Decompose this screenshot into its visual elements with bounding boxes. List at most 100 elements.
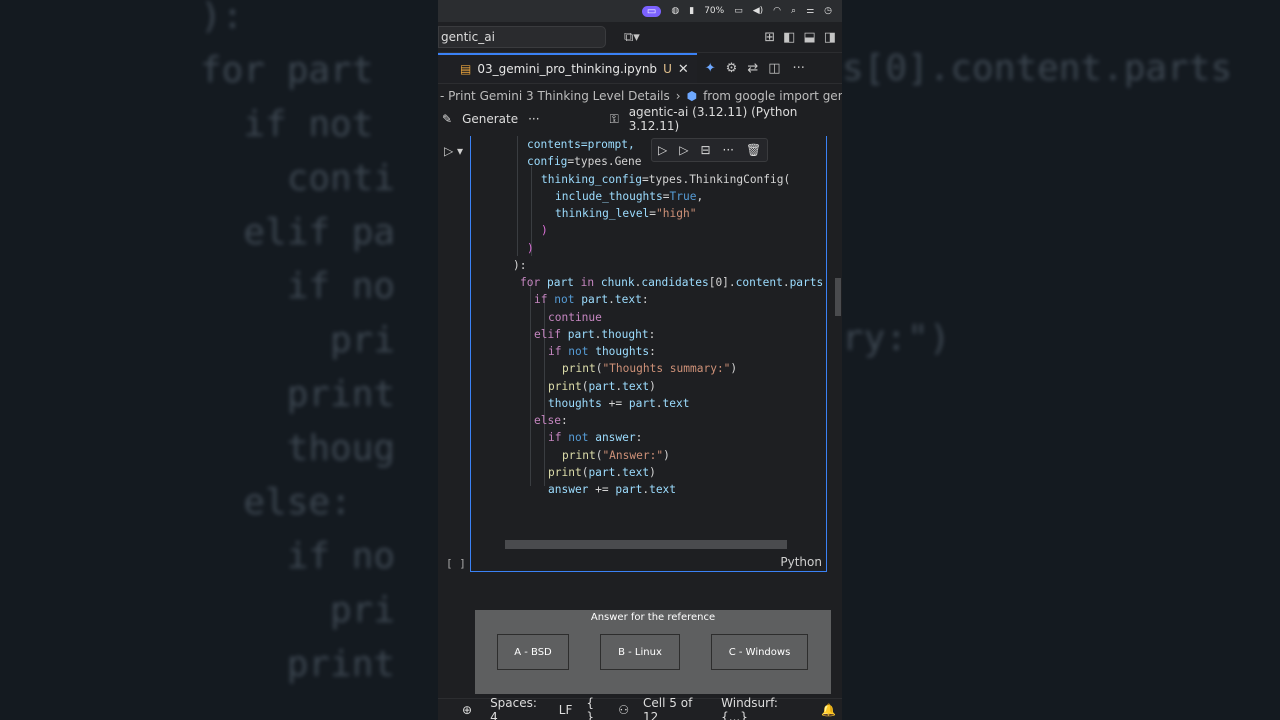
cell-position[interactable]: Cell 5 of 12 — [643, 696, 707, 720]
creative-cloud-icon[interactable]: ◍ — [671, 6, 679, 16]
code-token: ) — [527, 241, 534, 255]
horizontal-scrollbar[interactable] — [505, 540, 787, 549]
run-cell-button[interactable]: ▷ ▾ — [444, 144, 463, 158]
code-token: not — [568, 345, 589, 358]
cell-more-icon[interactable]: ··· — [723, 143, 734, 157]
vertical-scrollbar[interactable] — [835, 278, 841, 316]
layout-icon[interactable]: ⊞ — [764, 30, 775, 45]
tab-notebook[interactable]: ▤ 03_gemini_pro_thinking.ipynb U ✕ — [438, 53, 697, 83]
quiz-title: Answer for the reference — [590, 612, 716, 623]
code-token: part — [567, 327, 595, 341]
code-line: print("Answer:") — [471, 447, 823, 464]
background-code-left: ): for part if not conti elif pa if no pr… — [0, 0, 438, 720]
background-code-line: ): — [200, 0, 244, 37]
indentation-status[interactable]: Spaces: 4 — [490, 696, 545, 720]
code-token: ) — [663, 448, 670, 462]
split-cell-icon[interactable]: ⊟ — [700, 143, 710, 157]
code-token: "high" — [656, 207, 697, 220]
code-line: ) — [471, 222, 823, 239]
code-token: parts — [789, 276, 824, 289]
cell-language[interactable]: Python — [780, 555, 822, 569]
background-code-line — [842, 258, 1232, 312]
close-icon[interactable]: ✕ — [678, 62, 689, 77]
windsurf-status[interactable]: Windsurf: {...} — [721, 696, 803, 720]
code-cell[interactable]: contents=prompt, config=types.Gene thinkin… — [470, 136, 827, 572]
screen-share-icon[interactable]: ▭ — [641, 5, 662, 17]
run-below-icon[interactable]: ▷ — [679, 143, 688, 157]
option-a-button[interactable]: A - BSD — [497, 634, 569, 670]
option-b-button[interactable]: B - Linux — [600, 634, 680, 670]
breadcrumb-section[interactable]: - Print Gemini 3 Thinking Level Details — [440, 89, 670, 103]
toggle-panel-icon[interactable]: ⬓ — [803, 30, 815, 45]
option-c-button[interactable]: C - Windows — [711, 634, 808, 670]
gemini-icon[interactable]: ✦ — [705, 61, 716, 76]
code-token: if — [548, 431, 562, 445]
code-token: =types.ThinkingConfig( — [642, 172, 791, 186]
copilot-icon[interactable]: ⧉▾ — [624, 30, 640, 45]
command-center-search[interactable]: gentic_ai — [438, 26, 606, 48]
delete-cell-icon[interactable]: 🗑 — [746, 143, 761, 157]
background-code-line: else: — [200, 482, 352, 523]
code-token: : — [641, 293, 649, 307]
gear-icon[interactable]: ⚙ — [726, 61, 738, 76]
code-token: part — [546, 276, 574, 289]
generate-button[interactable]: Generate — [462, 112, 518, 126]
kernel-picker[interactable]: agentic-ai (3.12.11) (Python 3.12.11) — [629, 105, 842, 133]
code-token: part — [588, 465, 616, 479]
notebook-icon: ▤ — [460, 62, 472, 76]
background-code-line: ry:") — [842, 318, 951, 359]
language-braces[interactable]: { } — [586, 696, 604, 720]
code-token: =types.Gene — [567, 155, 642, 169]
code-token: [0]. — [708, 276, 736, 289]
copilot-status-icon[interactable]: ⚇ — [618, 703, 629, 717]
run-above-icon[interactable]: ▷ — [658, 143, 667, 157]
background-code-line: if not — [200, 104, 374, 145]
clipboard-icon[interactable]: ▮ — [689, 6, 694, 16]
code-token: config — [527, 155, 568, 169]
control-center-icon[interactable]: ⚌ — [806, 6, 814, 16]
code-token: candidates — [641, 276, 709, 289]
breadcrumb-symbol[interactable]: from google import gena — [703, 89, 842, 103]
tab-untracked-badge: U — [663, 62, 672, 76]
code-token: . — [655, 396, 663, 410]
code-token: else — [534, 414, 561, 427]
split-editor-icon[interactable]: ◫ — [768, 61, 780, 76]
code-token: in — [580, 276, 595, 289]
compare-icon[interactable]: ⇄ — [747, 61, 758, 76]
zoom-icon[interactable]: ⊕ — [462, 703, 472, 717]
more-actions-icon[interactable]: ··· — [793, 61, 805, 76]
code-token: contents=prompt, — [527, 138, 635, 151]
eol-status[interactable]: LF — [559, 703, 573, 717]
toggle-secondary-sidebar-icon[interactable]: ◨ — [824, 30, 836, 45]
code-line: contents=prompt, — [471, 136, 823, 153]
code-token: text — [622, 465, 650, 479]
toolbar-more-button[interactable]: ··· — [528, 112, 539, 126]
code-token: ): — [513, 258, 527, 272]
volume-icon[interactable]: ◀) — [753, 6, 763, 16]
clock-icon[interactable]: ◷ — [824, 6, 832, 16]
code-token: text — [662, 396, 690, 410]
code-token: text — [649, 483, 677, 496]
execution-count: [ ] — [446, 557, 466, 570]
code-token: ) — [541, 224, 548, 238]
background-code-line: if no — [200, 536, 396, 577]
search-icon[interactable]: ⌕ — [791, 6, 796, 16]
code-token: , — [696, 189, 704, 203]
code-token: part — [615, 483, 643, 496]
code-token: print — [562, 362, 596, 376]
code-token: continue — [548, 310, 602, 324]
code-line: answer += part.text — [471, 481, 823, 498]
code-line: config=types.Gene — [471, 153, 823, 170]
background-code-line: print — [200, 374, 396, 415]
title-bar: gentic_ai ⧉▾ ⊞ ◧ ⬓ ◨ — [438, 22, 842, 53]
quiz-overlay: Answer for the reference A - BSD B - Lin… — [475, 610, 831, 694]
code-token: : — [560, 414, 568, 427]
code-line: print("Thoughts summary:") — [471, 360, 823, 377]
battery-icon[interactable]: ▭ — [734, 6, 743, 16]
toggle-sidebar-icon[interactable]: ◧ — [783, 30, 795, 45]
wifi-icon[interactable]: ◠ — [773, 6, 781, 16]
code-token: answer — [595, 431, 636, 445]
code-editor[interactable]: contents=prompt, config=types.Gene thinkin… — [471, 136, 823, 498]
code-token: True — [669, 189, 697, 203]
bell-icon[interactable]: 🔔 — [821, 703, 836, 717]
